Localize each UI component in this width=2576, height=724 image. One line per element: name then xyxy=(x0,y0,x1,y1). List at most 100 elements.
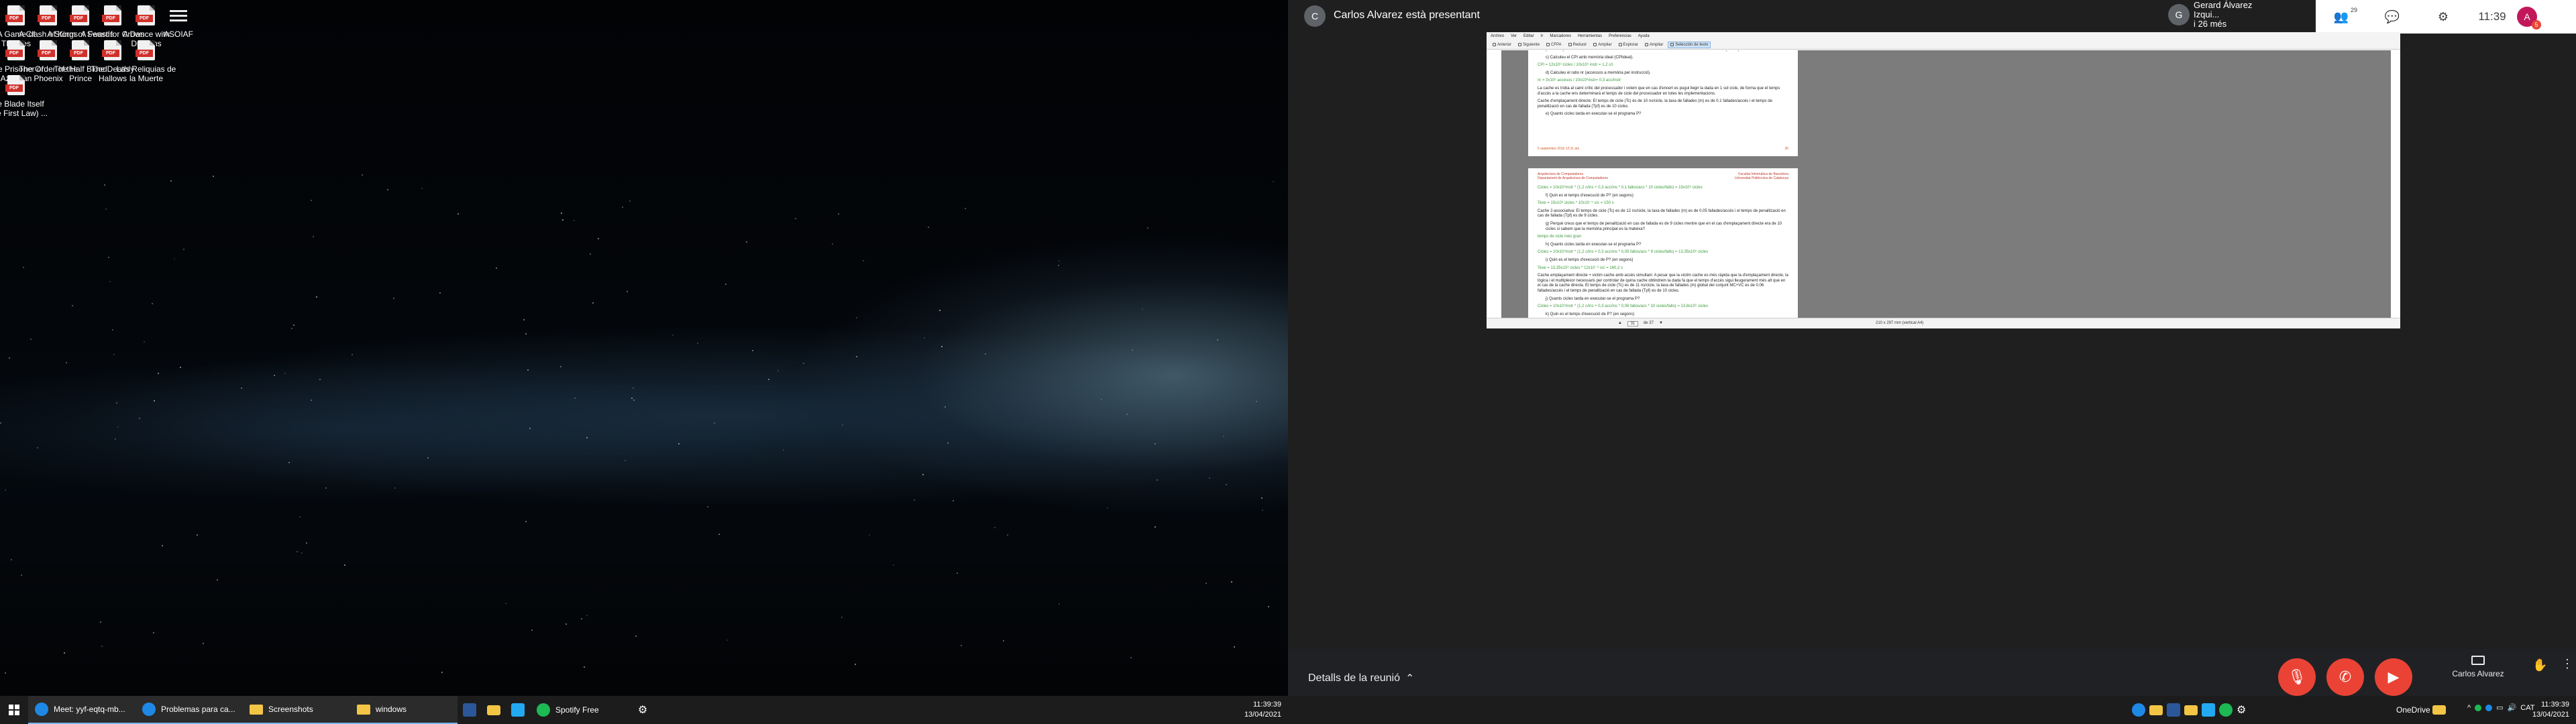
star xyxy=(777,370,779,371)
taskbar-spotify-label: Spotify Free xyxy=(555,705,599,715)
taskbar-vscode[interactable] xyxy=(506,696,530,724)
star xyxy=(945,406,946,408)
star xyxy=(1223,436,1224,437)
star xyxy=(635,636,637,637)
star xyxy=(30,339,32,340)
star xyxy=(104,184,105,186)
taskbar-word[interactable] xyxy=(458,696,482,724)
chevron-up-icon[interactable]: ^ xyxy=(2467,704,2471,712)
pdf-toolbar-button[interactable]: Reducir xyxy=(1566,42,1589,48)
pdf-menu-item[interactable]: Archivo xyxy=(1491,34,1504,38)
pdf-text-line: CPI = 12x10⁹ cicles / 10x10⁹ instr = 1,2… xyxy=(1538,63,1613,68)
icon-badge: 29 xyxy=(2350,7,2357,13)
chat-icon[interactable]: 💬 xyxy=(2367,0,2418,34)
right-taskbar: ⚙ OneDrive ^ ▭ 🔊 CAT 11:39:39 13/04/2021 xyxy=(1288,696,2576,724)
meeting-details-button[interactable]: Detalls de la reunió ⌃ xyxy=(1308,672,1414,685)
pdf-menu-item[interactable]: Ver xyxy=(1511,34,1517,38)
taskbar-spotify[interactable]: Spotify Free xyxy=(530,696,631,724)
activities-icon[interactable]: ⚙ xyxy=(2418,0,2469,34)
star xyxy=(633,400,635,401)
onedrive-label[interactable]: OneDrive xyxy=(2396,705,2430,715)
participant-tile[interactable]: G Gerard Álvarez Izqui... i 26 més xyxy=(2168,1,2278,29)
mic-off-button[interactable]: 🎙 xyxy=(2278,658,2316,696)
star xyxy=(893,564,894,566)
pdf-menu-item[interactable]: Ayuda xyxy=(1638,34,1650,38)
user-avatar[interactable]: A 5 xyxy=(2517,7,2541,29)
right-clock[interactable]: 11:39:39 13/04/2021 xyxy=(2532,700,2569,720)
star xyxy=(985,353,986,355)
present-button[interactable]: Carlos Alvarez xyxy=(2445,656,2512,678)
spotify-icon[interactable] xyxy=(2219,703,2233,717)
left-clock[interactable]: 11:39:39 13/04/2021 xyxy=(1244,700,1281,720)
star xyxy=(311,200,312,201)
pdf-text-line: Texe = 13,35x10⁹ cicles * 12x10⁻⁹ s/c = … xyxy=(1538,265,1623,270)
star xyxy=(672,335,674,336)
vscode-icon[interactable] xyxy=(2202,703,2215,717)
star xyxy=(293,324,294,326)
star xyxy=(108,257,109,258)
pdf-toolbar-button[interactable]: Selección de texto xyxy=(1668,41,1711,48)
pdf-menu-item[interactable]: Preferencias xyxy=(1609,34,1631,38)
pdf-page-30: cicle) sabent que ha executat 10x10⁹ ins… xyxy=(1528,50,1798,156)
explorer-icon[interactable] xyxy=(2149,705,2163,715)
pdf-pages: cicle) sabent que ha executat 10x10⁹ ins… xyxy=(1501,50,2391,318)
star xyxy=(109,281,111,282)
taskbar-window-label: windows xyxy=(376,705,407,714)
folder-icon[interactable] xyxy=(2184,705,2198,715)
meeting-details-label: Detalls de la reunió xyxy=(1308,672,1400,684)
star xyxy=(523,319,525,320)
pdf-toolbar-button[interactable]: Anterior xyxy=(1491,42,1513,48)
system-tray: ^ ▭ 🔊 CAT xyxy=(2467,703,2534,713)
pdf-toolbar-button[interactable]: CFPA xyxy=(1544,42,1564,48)
volume-icon[interactable]: 🔊 xyxy=(2508,703,2517,712)
star xyxy=(560,366,561,367)
spotify-tray-icon[interactable] xyxy=(2475,704,2482,711)
pdf-scrollbar[interactable] xyxy=(2391,50,2400,328)
taskbar-window-button[interactable]: windows xyxy=(350,696,458,724)
pdf-page-30-text: cicle) sabent que ha executat 10x10⁹ ins… xyxy=(1538,50,1788,117)
pdf-toolbar-button[interactable]: Siguiente xyxy=(1516,42,1542,48)
more-options-icon[interactable]: ⋮ xyxy=(2561,657,2573,671)
star xyxy=(0,422,1,424)
taskbar-window-button[interactable]: Screenshots xyxy=(243,696,350,724)
star xyxy=(947,442,949,444)
star xyxy=(924,337,925,339)
cloud-icon[interactable] xyxy=(2485,704,2493,711)
pdf-toolbar-button[interactable]: Ampliar xyxy=(1643,42,1665,48)
page-number-input[interactable]: 31 xyxy=(1627,321,1638,326)
meet-top-icons: 👥 29 💬 ⚙ xyxy=(2316,0,2469,34)
desktop-icon[interactable]: PDF Las Reliquias de la Muerte xyxy=(115,35,177,102)
star xyxy=(525,333,527,335)
prev-page-icon[interactable]: ▲ xyxy=(1618,321,1622,326)
star xyxy=(213,176,214,177)
network-icon[interactable]: ▭ xyxy=(2496,703,2503,712)
pdf-text-line: e) Quants cicles tarda en executar-se el… xyxy=(1546,112,1642,117)
word-icon[interactable] xyxy=(2167,703,2180,717)
taskbar-window-button[interactable]: Problemas para ca... xyxy=(136,696,243,724)
people-icon[interactable]: 👥 29 xyxy=(2316,0,2367,34)
star xyxy=(158,373,159,374)
presenter-title: Carlos Alvarez està presentant xyxy=(1334,9,1480,21)
taskbar-settings[interactable]: ⚙ xyxy=(631,696,655,724)
star xyxy=(297,551,298,552)
vscode-icon xyxy=(511,703,525,717)
leave-call-button[interactable]: ✆ xyxy=(2326,658,2364,696)
camera-off-button[interactable]: ▶ xyxy=(2375,658,2412,696)
pdf-menu-item[interactable]: Marcadores xyxy=(1550,34,1571,38)
folder-icon[interactable] xyxy=(2432,705,2446,715)
next-page-icon[interactable]: ▼ xyxy=(1659,321,1663,326)
desktop-icon[interactable]: PDF The Blade Itself (The First Law) ... xyxy=(0,70,48,137)
pdf-menu-item[interactable]: Ir xyxy=(1541,34,1544,38)
pdf-text-line: Cicles = 10x10⁹instr * (1,2 c/ins + 0,3 … xyxy=(1538,304,1709,309)
pdf-menu-item[interactable]: Herramientas xyxy=(1578,34,1602,38)
start-button[interactable] xyxy=(0,696,28,724)
pdf-menu-item[interactable]: Editar xyxy=(1523,34,1534,38)
pdf-viewport[interactable]: cicle) sabent que ha executat 10x10⁹ ins… xyxy=(1487,50,2400,328)
taskbar-window-button[interactable]: Meet: yyf-eqtq-mb... xyxy=(28,696,136,724)
edge-icon[interactable] xyxy=(2132,703,2145,717)
raise-hand-icon[interactable]: ✋ xyxy=(2532,658,2547,672)
pdf-toolbar-button[interactable]: Explorar xyxy=(1617,42,1640,48)
taskbar-explorer[interactable] xyxy=(482,696,506,724)
pdf-toolbar-button[interactable]: Ampliar xyxy=(1591,42,1613,48)
gear-icon[interactable]: ⚙ xyxy=(2237,703,2250,717)
